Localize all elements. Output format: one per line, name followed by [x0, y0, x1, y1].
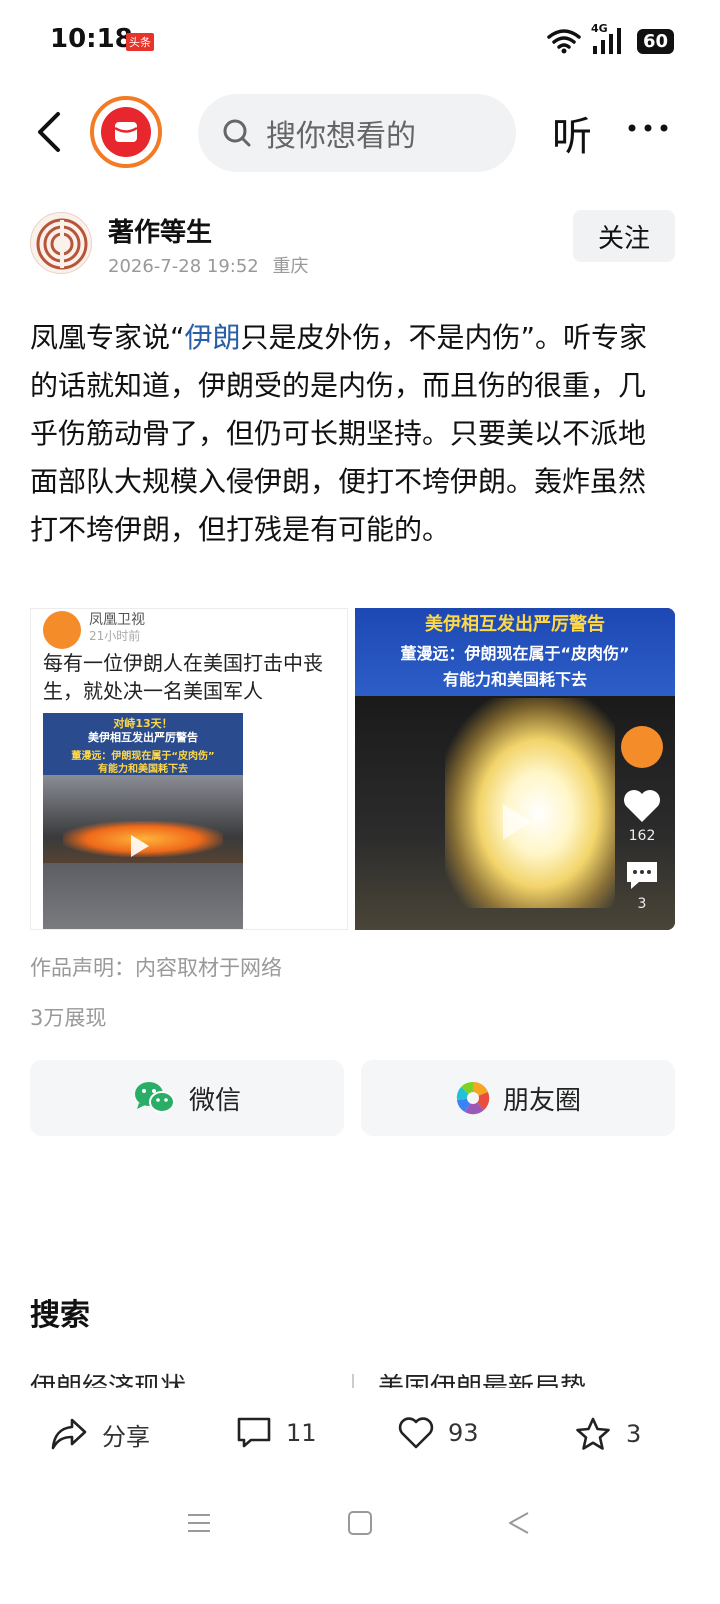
video-subtitle-1: 董漫远：伊朗现在属于“皮肉伤” — [400, 644, 630, 663]
more-icon[interactable] — [626, 108, 670, 148]
search-bar[interactable]: 搜你想看的 — [198, 94, 516, 172]
home-square-icon[interactable] — [347, 1510, 373, 1536]
comment-count: 11 — [286, 1419, 317, 1447]
play-icon — [503, 804, 531, 840]
like-count: 162 — [628, 828, 656, 844]
heart-icon — [398, 1417, 434, 1449]
video-caption-2: 美伊相互发出严厉警告 — [88, 731, 198, 744]
menu-icon[interactable] — [186, 1510, 212, 1536]
post-location: 重庆 — [272, 256, 309, 277]
heart-icon — [624, 790, 660, 822]
bottom-action-bar: 分享 11 93 3 — [0, 1388, 720, 1488]
status-time: 10:18 — [50, 24, 133, 54]
post-date: 2026-7-28 19:52 — [108, 256, 259, 277]
share-wechat-button[interactable]: 微信 — [30, 1060, 344, 1136]
search-placeholder: 搜你想看的 — [266, 119, 416, 154]
article-keyword-link[interactable]: 伊朗 — [185, 321, 241, 354]
video-caption-4: 有能力和美国耗下去 — [98, 764, 188, 775]
article-image-left[interactable]: 凤凰卫视 21小时前 每有一位伊朗人在美国打击中丧生，就处决一名美国军人 对峙1… — [30, 608, 348, 930]
star-icon — [576, 1417, 610, 1450]
back-arrow-icon[interactable] — [30, 110, 70, 154]
search-section-title: 搜索 — [30, 1298, 90, 1333]
network-type: 4G — [590, 22, 608, 35]
comment-count: 3 — [637, 896, 647, 912]
share-wechat-label: 微信 — [188, 1085, 241, 1116]
share-moments-button[interactable]: 朋友圈 — [361, 1060, 675, 1136]
play-icon — [131, 835, 149, 857]
wechat-icon — [134, 1082, 175, 1113]
share-action[interactable]: 分享 — [50, 1416, 150, 1452]
content-declaration: 作品声明：内容取材于网络 — [30, 956, 282, 980]
red-packet-icon — [101, 107, 151, 157]
suggestion-divider — [352, 1374, 354, 1388]
explosion-glow — [445, 698, 615, 908]
image-source-time: 21小时前 — [89, 629, 141, 643]
favorite-action[interactable]: 3 — [574, 1416, 641, 1452]
author-name[interactable]: 著作等生 — [108, 212, 212, 249]
share-arrow-icon — [51, 1418, 87, 1450]
wifi-icon — [547, 29, 581, 54]
follow-button[interactable]: 关注 — [573, 210, 675, 262]
video-subtitle-2: 有能力和美国耗下去 — [442, 670, 587, 689]
author-avatar[interactable] — [30, 212, 92, 274]
like-count: 93 — [448, 1419, 479, 1447]
like-action[interactable]: 93 — [398, 1416, 479, 1450]
search-suggestion-2[interactable]: 美国伊朗最新局势 — [378, 1366, 678, 1388]
article-text-rest: 只是皮外伤，不是内伤”。听专家的话就知道，伊朗受的是内伤，而且伤的很重，几乎伤筋… — [30, 321, 648, 546]
cellular-signal: 4G — [591, 22, 627, 56]
phoenix-logo-icon — [621, 726, 663, 768]
post-meta: 2026-7-28 19:52 重庆 — [108, 252, 308, 278]
video-side-actions: 162 3 — [619, 726, 665, 912]
search-suggestion-1[interactable]: 伊朗经济现状 — [30, 1366, 330, 1388]
comment-icon — [627, 862, 657, 889]
image-headline: 每有一位伊朗人在美国打击中丧生，就处决一名美国军人 — [43, 651, 323, 703]
moments-icon — [456, 1081, 490, 1115]
view-count: 3万展现 — [30, 1006, 107, 1030]
embedded-video-thumbnail: 对峙13天！ 美伊相互发出严厉警告 董漫远：伊朗现在属于“皮肉伤” 有能力和美国… — [43, 713, 243, 929]
battery-indicator: 60 — [636, 28, 674, 54]
share-moments-label: 朋友圈 — [502, 1085, 581, 1116]
top-bar: 搜你想看的 听 — [0, 90, 720, 174]
article-image-right[interactable]: 美伊相互发出严厉警告 董漫远：伊朗现在属于“皮肉伤” 有能力和美国耗下去 162… — [355, 608, 675, 930]
listen-button[interactable]: 听 — [552, 104, 592, 162]
article-text-start: 凤凰专家说“ — [30, 321, 185, 354]
system-nav-bar — [0, 1490, 720, 1604]
status-bar: 10:18 头条 4G 60 — [0, 0, 720, 80]
status-icons: 4G 60 — [547, 22, 674, 58]
app-logo[interactable] — [90, 96, 162, 168]
road-scene — [43, 863, 243, 929]
video-title: 美伊相互发出严厉警告 — [425, 614, 605, 635]
back-triangle-icon[interactable] — [506, 1510, 532, 1536]
app-badge: 头条 — [126, 33, 154, 51]
phoenix-logo-icon — [43, 611, 81, 649]
comment-icon — [237, 1417, 271, 1448]
share-label: 分享 — [102, 1422, 150, 1451]
favorite-count: 3 — [626, 1420, 642, 1448]
comment-action[interactable]: 11 — [236, 1416, 317, 1450]
search-icon — [223, 119, 251, 147]
article-body: 凤凰专家说“伊朗只是皮外伤，不是内伤”。听专家的话就知道，伊朗受的是内伤，而且伤… — [30, 314, 670, 554]
image-source-name: 凤凰卫视 — [89, 612, 145, 628]
